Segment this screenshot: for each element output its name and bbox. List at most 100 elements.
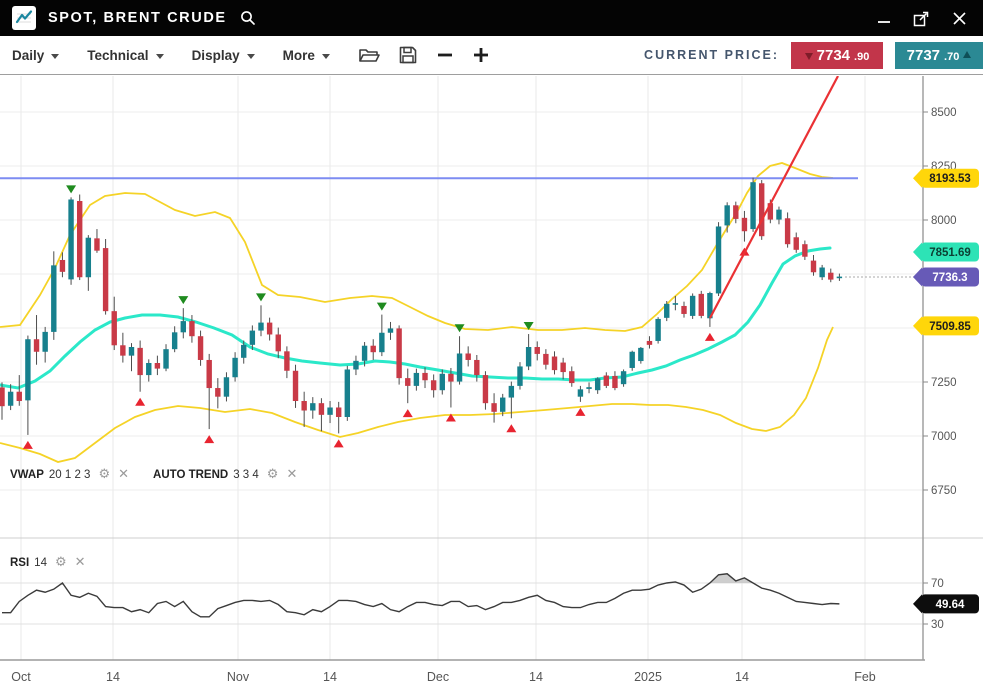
ask-price-decimals: .70 bbox=[944, 51, 959, 63]
menu-more[interactable]: More bbox=[283, 48, 330, 63]
svg-text:8193.53: 8193.53 bbox=[929, 173, 971, 185]
current-price-label: CURRENT PRICE: bbox=[644, 48, 779, 62]
price-chart[interactable]: 8500825080007250700067507030Oct14Nov14De… bbox=[0, 76, 983, 689]
candle-body bbox=[198, 336, 203, 360]
time-axis-label: Feb bbox=[854, 670, 876, 684]
remove-indicator-icon[interactable]: ✕ bbox=[75, 556, 86, 569]
remove-indicator-icon[interactable]: ✕ bbox=[286, 468, 297, 481]
main-pane bbox=[0, 76, 914, 462]
candle-body bbox=[25, 339, 30, 400]
candle-body bbox=[500, 398, 505, 412]
menu-display[interactable]: Display bbox=[192, 48, 255, 63]
candle-body bbox=[310, 403, 315, 410]
price-axis-label: 6750 bbox=[931, 485, 957, 497]
price-axis-label: 8000 bbox=[931, 215, 957, 227]
vwap-line bbox=[0, 248, 830, 388]
time-axis-label: Dec bbox=[427, 670, 449, 684]
candle-body bbox=[638, 348, 643, 361]
vwap-legend-name: VWAP bbox=[10, 469, 44, 481]
candle-body bbox=[431, 380, 436, 390]
menu-daily-label: Daily bbox=[12, 48, 44, 63]
candle-body bbox=[77, 201, 82, 277]
candle-body bbox=[560, 363, 565, 373]
buy-signal-icon bbox=[403, 409, 413, 417]
price-level-badge: 7509.85 bbox=[913, 316, 979, 335]
candle-body bbox=[776, 210, 781, 220]
settings-gear-icon[interactable]: ⚙ bbox=[267, 468, 279, 481]
candle-body bbox=[759, 183, 764, 236]
candle-body bbox=[465, 353, 470, 359]
vwap-legend: VWAP 20 1 2 3 ⚙ ✕ bbox=[10, 468, 129, 481]
candle-body bbox=[146, 363, 151, 375]
buy-signal-icon bbox=[575, 408, 585, 416]
close-button[interactable] bbox=[952, 11, 967, 26]
zoom-in-icon[interactable] bbox=[472, 46, 490, 64]
candle-body bbox=[785, 218, 790, 244]
save-icon[interactable] bbox=[398, 45, 418, 65]
sell-signal-icon bbox=[178, 296, 188, 304]
candle-body bbox=[17, 392, 22, 401]
candle-body bbox=[742, 218, 747, 231]
candle-body bbox=[336, 407, 341, 417]
bid-price-value: 7734 bbox=[817, 47, 850, 64]
chevron-down-icon bbox=[322, 54, 330, 63]
price-axis-label: 7000 bbox=[931, 431, 957, 443]
candle-body bbox=[42, 332, 47, 352]
settings-gear-icon[interactable]: ⚙ bbox=[98, 468, 110, 481]
menu-display-label: Display bbox=[192, 48, 240, 63]
candle-body bbox=[301, 401, 306, 411]
chevron-down-icon bbox=[51, 54, 59, 63]
chart-area: 8500825080007250700067507030Oct14Nov14De… bbox=[0, 76, 983, 689]
price-axis-label: 8500 bbox=[931, 107, 957, 119]
candle-body bbox=[172, 332, 177, 349]
candle-body bbox=[362, 346, 367, 361]
candle-body bbox=[137, 348, 142, 375]
open-folder-icon[interactable] bbox=[358, 45, 380, 65]
search-icon[interactable] bbox=[239, 9, 257, 27]
remove-indicator-icon[interactable]: ✕ bbox=[118, 468, 129, 481]
candle-body bbox=[716, 226, 721, 293]
candle-body bbox=[699, 294, 704, 316]
candle-body bbox=[595, 378, 600, 390]
popout-button[interactable] bbox=[913, 10, 930, 27]
candle-body bbox=[163, 349, 168, 368]
title-bar: SPOT, BRENT CRUDE bbox=[0, 0, 983, 36]
candle-body bbox=[8, 392, 13, 406]
rsi-value-badge: 49.64 bbox=[913, 594, 979, 613]
candle-body bbox=[422, 373, 427, 380]
time-axis-label: 14 bbox=[529, 670, 543, 684]
menu-technical[interactable]: Technical bbox=[87, 48, 163, 63]
bid-price-badge: 7734.90 bbox=[791, 42, 883, 69]
candle-body bbox=[802, 244, 807, 257]
candle-body bbox=[621, 371, 626, 384]
candle-body bbox=[224, 377, 229, 396]
time-axis-label: 2025 bbox=[634, 670, 662, 684]
zoom-out-icon[interactable] bbox=[436, 46, 454, 64]
settings-gear-icon[interactable]: ⚙ bbox=[55, 556, 67, 569]
candle-body bbox=[232, 358, 237, 377]
chart-application-window: SPOT, BRENT CRUDE Daily bbox=[0, 0, 983, 689]
menu-daily[interactable]: Daily bbox=[12, 48, 59, 63]
rsi-legend-name: RSI bbox=[10, 557, 29, 569]
ask-price-badge: 7737.70 bbox=[895, 42, 983, 69]
candle-body bbox=[379, 333, 384, 352]
candle-body bbox=[258, 323, 263, 331]
indicator-legends: VWAP 20 1 2 3 ⚙ ✕ AUTO TREND 3 3 4 ⚙ ✕ bbox=[10, 468, 297, 481]
svg-text:7736.3: 7736.3 bbox=[932, 272, 967, 284]
rsi-line bbox=[2, 574, 839, 617]
auto-trend-legend-name: AUTO TREND bbox=[153, 469, 228, 481]
rsi-legend-row: RSI 14 ⚙ ✕ bbox=[10, 556, 86, 569]
candle-body bbox=[215, 388, 220, 397]
candle-body bbox=[129, 347, 134, 356]
time-axis-label: 14 bbox=[735, 670, 749, 684]
auto-trend-legend-params: 3 3 4 bbox=[233, 469, 259, 481]
candle-body bbox=[112, 311, 117, 345]
price-level-badge: 8193.53 bbox=[913, 169, 979, 188]
minimize-button[interactable] bbox=[877, 11, 891, 25]
candle-body bbox=[526, 347, 531, 366]
candle-body bbox=[396, 328, 401, 378]
chevron-down-icon bbox=[247, 54, 255, 63]
candle-body bbox=[647, 341, 652, 345]
candle-body bbox=[552, 357, 557, 371]
time-axis-label: 14 bbox=[323, 670, 337, 684]
